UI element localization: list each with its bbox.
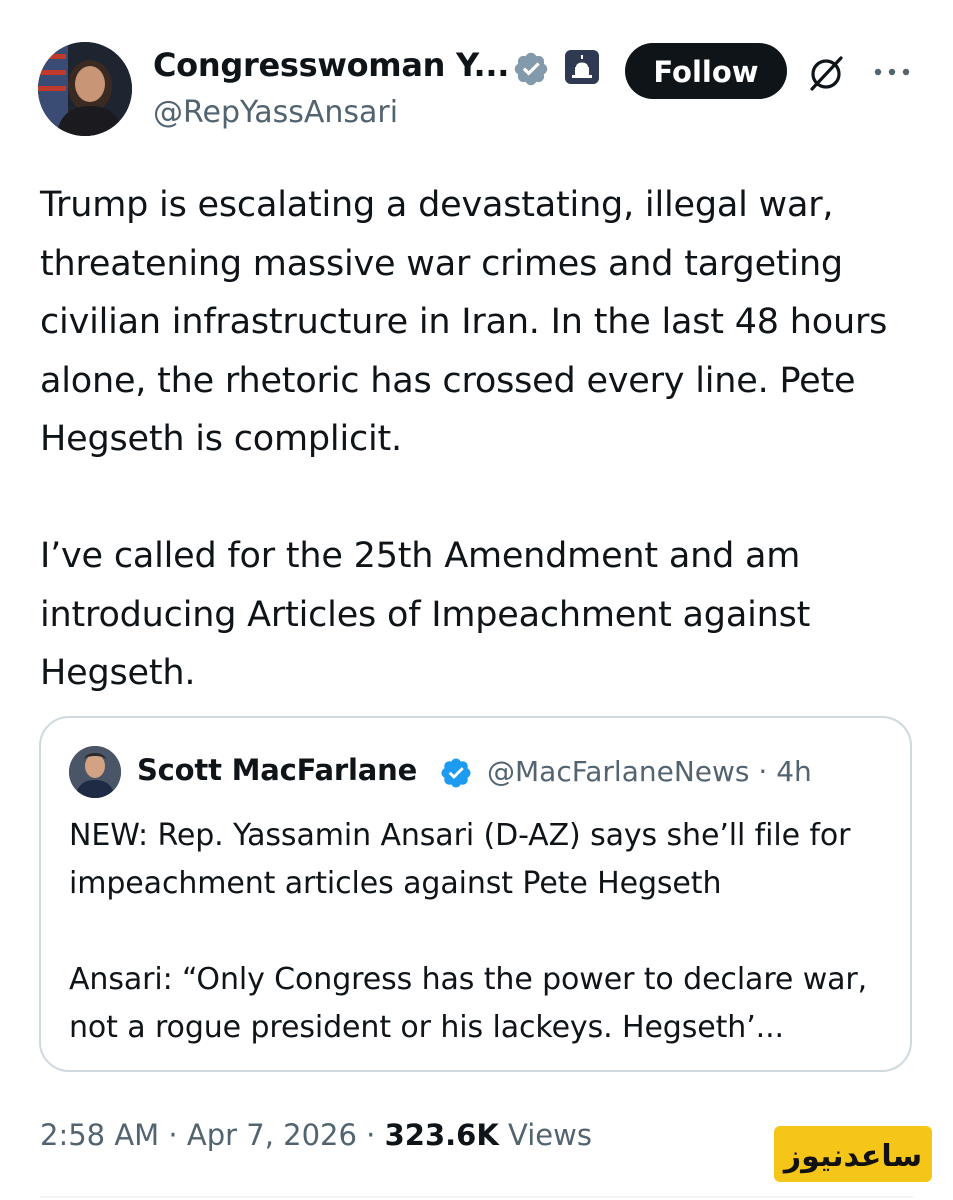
divider [40,1196,913,1198]
footer-separator: · [366,1118,376,1152]
tweet-paragraph: I’ve called for the 25th Amendment and a… [40,536,811,693]
tweet-date[interactable]: Apr 7, 2026 [187,1118,357,1152]
tweet-time[interactable]: 2:58 AM [40,1118,159,1152]
quote-author-avatar[interactable] [69,746,121,798]
quote-body: NEW: Rep. Yassamin Ansari (D-AZ) says sh… [69,812,889,1052]
verified-badge-icon [439,756,473,790]
quote-timestamp[interactable]: 4h [776,755,812,788]
quoted-tweet[interactable]: Scott MacFarlane @MacFarlaneNews · 4h NE… [39,716,912,1072]
tweet-paragraph: Trump is escalating a devastating, illeg… [40,185,888,459]
quote-author-name[interactable]: Scott MacFarlane [137,753,417,787]
tweet-body: Trump is escalating a devastating, illeg… [40,176,930,703]
svg-text:ساعدنیوز: ساعدنیوز [782,1139,922,1174]
quote-paragraph: Ansari: “Only Congress has the power to … [69,962,868,1045]
quote-meta: @MacFarlaneNews · 4h [487,755,812,788]
grok-icon[interactable] [805,52,847,94]
quote-paragraph: NEW: Rep. Yassamin Ansari (D-AZ) says sh… [69,818,851,901]
watermark-logo: ساعدنیوز [774,1126,932,1182]
author-avatar[interactable] [38,42,132,136]
views-count[interactable]: 323.6K [385,1118,499,1152]
author-handle[interactable]: @RepYassAnsari [153,95,398,130]
capitol-icon [565,50,599,84]
footer-separator: · [168,1118,178,1152]
follow-button[interactable]: Follow [625,43,787,99]
tweet-footer: 2:58 AM · Apr 7, 2026 · 323.6K Views [40,1118,592,1152]
quote-separator: · [758,755,768,788]
quote-author-handle[interactable]: @MacFarlaneNews [487,755,750,788]
tweet-header: Congresswoman Y... @RepYassAnsari Follow [0,0,953,150]
more-icon[interactable] [872,62,912,82]
author-display-name[interactable]: Congresswoman Y... [153,46,509,84]
views-label: Views [508,1118,592,1152]
verified-badge-icon[interactable] [512,50,550,88]
